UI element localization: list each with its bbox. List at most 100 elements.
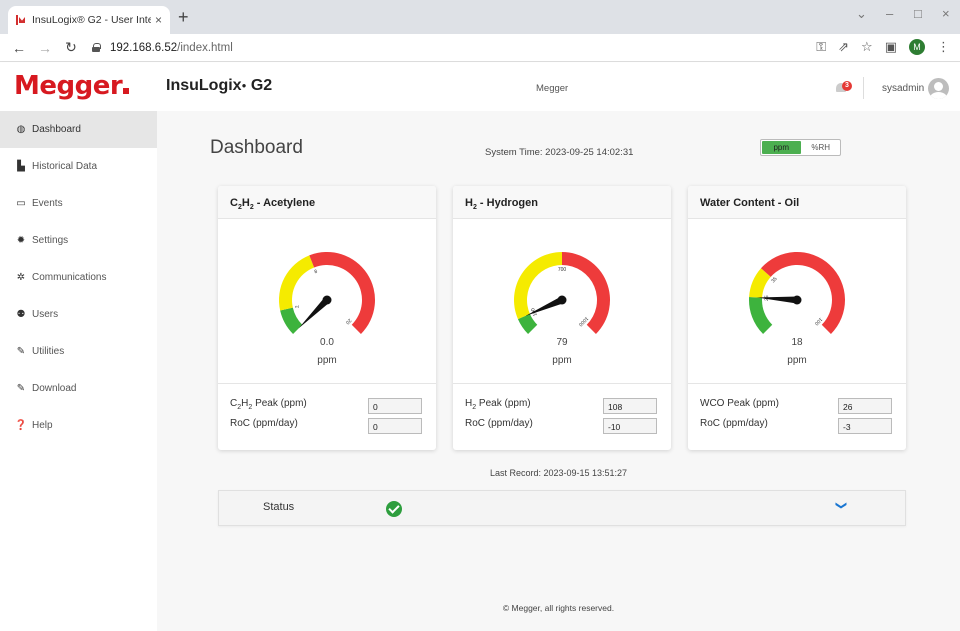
maximize-icon[interactable]: □ <box>914 6 922 21</box>
status-label: Status <box>263 501 295 513</box>
card-title: Water Content - Oil <box>688 186 906 219</box>
gauge-tick-label: 700 <box>558 267 567 273</box>
back-icon[interactable]: ← <box>12 40 26 56</box>
address-bar: ← → ↻ 192.168.6.52/index.html ⚿ ⇗ ☆ ▣ M … <box>0 34 960 62</box>
status-ok-icon <box>386 501 402 517</box>
url-field[interactable]: 192.168.6.52/index.html <box>110 42 233 54</box>
card-footer: H2 Peak (ppm) 108 RoC (ppm/day) -10 <box>453 383 671 450</box>
main-content: Dashboard System Time: 2023-09-25 14:02:… <box>157 111 960 631</box>
user-avatar-icon[interactable] <box>928 78 949 99</box>
card-title: H2 - Hydrogen <box>453 186 671 219</box>
sidebar-item-historical-data[interactable]: ▙ Historical Data <box>0 148 157 185</box>
sidebar-item-users[interactable]: ⚉ Users <box>0 296 157 333</box>
footer: © Megger, all rights reserved. <box>502 603 615 613</box>
header-center-text: Megger <box>536 83 569 94</box>
card-title: C2H2 - Acetylene <box>218 186 436 219</box>
app-header: Megger InsuLogix● G2 Megger 3 sysadmin <box>0 63 960 111</box>
gauge-card-hydrogen: H2 - Hydrogen 1007001000 79 ppm H2 Peak … <box>453 186 671 450</box>
roc-label: RoC (ppm/day) <box>465 418 533 429</box>
tab-title: InsuLogix® G2 - User Interface <box>32 14 151 26</box>
peak-label: WCO Peak (ppm) <box>700 398 779 409</box>
gauge-band-green <box>280 307 303 334</box>
gear-icon: ✹ <box>16 235 26 246</box>
sidebar-item-communications[interactable]: ✲ Communications <box>0 259 157 296</box>
gauge-hub <box>792 295 802 305</box>
header-divider <box>863 77 864 99</box>
chevron-down-icon[interactable]: ❯ <box>835 501 848 510</box>
megger-favicon-icon <box>16 15 26 25</box>
page-title: Dashboard <box>210 137 303 158</box>
last-record: Last Record: 2023-09-15 13:51:27 <box>489 468 628 478</box>
gauge-band-red <box>760 252 845 334</box>
wrench-icon: ✎ <box>16 383 26 394</box>
new-tab-button[interactable]: + <box>178 7 189 28</box>
sidebar: ◍ Dashboard ▙ Historical Data ▭ Events ✹… <box>0 111 157 631</box>
monitor-icon: ▭ <box>16 198 26 209</box>
peak-value-field: 108 <box>603 398 657 414</box>
gauge-band-yellow <box>279 255 315 311</box>
unit-toggle: ppm %RH <box>760 139 841 156</box>
roc-label: RoC (ppm/day) <box>700 418 768 429</box>
roc-label: RoC (ppm/day) <box>230 418 298 429</box>
browser-tab[interactable]: InsuLogix® G2 - User Interface × <box>8 6 170 34</box>
dashboard-icon: ◍ <box>16 124 26 135</box>
gauge-unit: ppm <box>787 355 807 366</box>
card-footer: WCO Peak (ppm) 26 RoC (ppm/day) -3 <box>688 383 906 450</box>
gauge-band-yellow <box>514 252 562 320</box>
close-window-icon[interactable]: × <box>942 6 950 21</box>
gauge-unit: ppm <box>317 355 337 366</box>
tab-search-icon[interactable]: ⌄ <box>856 6 867 22</box>
key-icon[interactable]: ⚿ <box>816 39 826 55</box>
sidebar-item-download[interactable]: ✎ Download <box>0 370 157 407</box>
unit-ppm-button[interactable]: ppm <box>762 141 801 154</box>
card-footer: C2H2 Peak (ppm) 0 RoC (ppm/day) 0 <box>218 383 436 450</box>
system-time: System Time: 2023-09-25 14:02:31 <box>485 147 634 158</box>
gauge-tick-label: 20 <box>344 317 352 325</box>
peak-value-field: 0 <box>368 398 422 414</box>
roc-value-field: -3 <box>838 418 892 434</box>
star-icon[interactable]: ☆ <box>861 39 873 55</box>
roc-value-field: 0 <box>368 418 422 434</box>
share-icon[interactable]: ⇗ <box>838 39 849 55</box>
gauge-band-red <box>309 252 375 334</box>
reload-icon[interactable]: ↻ <box>64 39 78 56</box>
unit-rh-button[interactable]: %RH <box>802 140 841 155</box>
lock-icon[interactable] <box>92 43 101 52</box>
chart-icon: ▙ <box>17 161 25 172</box>
notification-bell-icon[interactable]: 3 <box>835 81 852 95</box>
browser-tab-bar: InsuLogix® G2 - User Interface × + ⌄ – □… <box>0 0 960 34</box>
menu-icon[interactable]: ⋮ <box>937 39 950 55</box>
sidepanel-icon[interactable]: ▣ <box>885 39 897 55</box>
app-name: InsuLogix● G2 <box>166 77 273 94</box>
sidebar-item-utilities[interactable]: ✎ Utilities <box>0 333 157 370</box>
gauge-value: 18 <box>791 337 803 348</box>
peak-label: C2H2 Peak (ppm) <box>230 398 307 411</box>
gauge-hub <box>557 295 567 305</box>
hydrogen-gauge: 1007001000 <box>514 252 610 334</box>
gauge-unit: ppm <box>552 355 572 366</box>
forward-icon[interactable]: → <box>38 40 52 56</box>
water-content-gauge: 2535100 <box>749 252 845 334</box>
notification-badge: 3 <box>842 81 852 91</box>
sidebar-item-help[interactable]: ❓ Help <box>0 407 157 444</box>
gauge-tick-label: 8 <box>314 269 319 276</box>
gauge-value: 0.0 <box>320 337 334 348</box>
sidebar-item-dashboard[interactable]: ◍ Dashboard <box>0 111 157 148</box>
gauge-hub <box>322 295 332 305</box>
status-panel[interactable]: Status ❯ <box>218 490 906 526</box>
sidebar-item-events[interactable]: ▭ Events <box>0 185 157 222</box>
gauge-tick-label: 35 <box>770 276 778 284</box>
username[interactable]: sysadmin <box>882 83 924 94</box>
gauge-card-water-content: Water Content - Oil 2535100 18 ppm WCO P… <box>688 186 906 450</box>
megger-logo[interactable]: Megger <box>14 71 130 101</box>
minimize-icon[interactable]: – <box>886 6 893 21</box>
roc-value-field: -10 <box>603 418 657 434</box>
sidebar-item-settings[interactable]: ✹ Settings <box>0 222 157 259</box>
help-icon: ❓ <box>14 420 28 431</box>
gauge-band-green <box>749 296 773 334</box>
gauge-tick-label: 1000 <box>577 315 589 327</box>
tab-close-icon[interactable]: × <box>155 13 162 27</box>
profile-avatar[interactable]: M <box>909 39 925 55</box>
wrench-icon: ✎ <box>16 346 26 357</box>
users-icon: ⚉ <box>16 309 26 320</box>
